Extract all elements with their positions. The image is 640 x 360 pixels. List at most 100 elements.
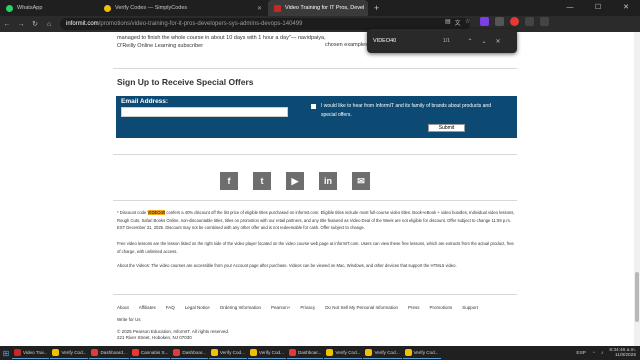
- taskbar-item[interactable]: Verify Cod...: [363, 347, 402, 359]
- taskbar-label: Verify Cod...: [335, 350, 361, 355]
- menu-icon[interactable]: [540, 17, 549, 26]
- divider: [113, 200, 517, 201]
- web-page: managed to finish the whole course in ab…: [0, 32, 640, 346]
- optin-checkbox[interactable]: [311, 104, 316, 109]
- optin-label: I would like to hear from InformIT and i…: [321, 103, 491, 118]
- app-icon: [326, 349, 334, 356]
- taskbar-label: Verify Cod...: [374, 350, 400, 355]
- extensions: [480, 17, 549, 26]
- taskbar-item[interactable]: Cannabis S...: [129, 347, 171, 359]
- footer-link[interactable]: Ordering Information: [220, 305, 261, 310]
- close-find-icon[interactable]: ✕: [491, 38, 505, 45]
- app-icon: [288, 349, 296, 356]
- footer-link[interactable]: Support: [462, 305, 478, 310]
- find-count: 1/1: [443, 38, 450, 44]
- simplycodes-icon: [104, 4, 111, 12]
- about-videos-text: About the Videos: The video courses are …: [117, 263, 457, 268]
- taskbar-item[interactable]: Video Trai...: [12, 347, 50, 359]
- discount-fine-print: * Discount code VIDEO40 confers a 40% di…: [117, 209, 517, 232]
- find-prev-icon[interactable]: ⌃: [463, 38, 477, 45]
- find-next-icon[interactable]: ⌄: [477, 38, 491, 45]
- taskbar-item[interactable]: Verify Cod...: [324, 347, 363, 359]
- wifi-icon[interactable]: ◔: [592, 351, 595, 356]
- email-field[interactable]: [121, 107, 288, 117]
- app-icon: [131, 349, 139, 356]
- signup-heading: Sign Up to Receive Special Offers: [117, 77, 254, 87]
- footer-link[interactable]: Press: [408, 305, 420, 310]
- facebook-icon[interactable]: f: [220, 172, 238, 190]
- bookmark-icon[interactable]: ☆: [465, 18, 470, 27]
- email-icon[interactable]: ✉: [352, 172, 370, 190]
- reader-icon[interactable]: ▤: [445, 18, 451, 27]
- back-icon[interactable]: ←: [0, 21, 14, 28]
- taskbar-item[interactable]: Verify Cod...: [50, 347, 89, 359]
- taskbar-item[interactable]: Verify Cod...: [247, 347, 286, 359]
- extension-icon[interactable]: [480, 17, 489, 26]
- copyright: © 2025 Pearson Education, InformIT. All …: [117, 329, 229, 341]
- linkedin-icon[interactable]: in: [319, 172, 337, 190]
- language-indicator[interactable]: ESP: [576, 351, 586, 356]
- taskbar-item[interactable]: Dashboar...: [286, 347, 324, 359]
- system-tray: ESP ◔ ♪ 8:34:46 a.m. 11/8/2025: [576, 346, 636, 360]
- taskbar-label: Verify Cod...: [258, 350, 284, 355]
- footer-link[interactable]: Pearson+: [271, 305, 290, 310]
- highlighted-code: VIDEO40: [147, 210, 166, 215]
- start-icon[interactable]: ⊞: [0, 347, 12, 359]
- extension-icon[interactable]: [495, 17, 504, 26]
- taskbar-item[interactable]: Dashboar...: [171, 347, 208, 359]
- home-icon[interactable]: ⌂: [42, 21, 56, 28]
- taskbar-item[interactable]: Verify Cod...: [208, 347, 247, 359]
- profile-icon[interactable]: [525, 17, 534, 26]
- free-lessons-text: Free video lessons are the lesson listed…: [117, 241, 514, 254]
- tab-informit[interactable]: Video Training for IT Pros, Devel ✕: [268, 0, 368, 16]
- url-host: informit.com: [66, 21, 99, 27]
- find-bar: VIDEO40 1/1 ⌃ ⌄ ✕: [367, 29, 517, 53]
- email-label: Email Address:: [121, 98, 169, 105]
- twitter-icon[interactable]: t: [253, 172, 271, 190]
- footer-link[interactable]: About: [117, 305, 129, 310]
- whatsapp-icon: [6, 4, 13, 12]
- forward-icon[interactable]: →: [14, 21, 28, 28]
- social-links: f t ▶ in ✉: [220, 172, 370, 190]
- scrollbar[interactable]: [634, 32, 640, 346]
- footer-link[interactable]: Promotions: [429, 305, 452, 310]
- close-window-icon[interactable]: ✕: [612, 0, 640, 16]
- extension-icon[interactable]: [510, 17, 519, 26]
- footer-link[interactable]: Legal Notice: [185, 305, 210, 310]
- volume-icon[interactable]: ♪: [601, 351, 603, 356]
- reload-icon[interactable]: ↻: [28, 20, 42, 28]
- fine-rest: confers a 40% discount off the list pric…: [117, 210, 515, 230]
- minimize-icon[interactable]: —: [556, 0, 584, 16]
- taskbar-label: Dashboar...: [297, 350, 322, 355]
- tab-simplycodes[interactable]: Verify Codes — SimplyCodes ✕: [98, 0, 268, 16]
- footer-link[interactable]: Affiliates: [139, 305, 156, 310]
- write-for-us-link[interactable]: Write for Us: [117, 317, 141, 322]
- footer-links: About Affiliates FAQ Legal Notice Orderi…: [117, 305, 488, 310]
- scrollbar-thumb[interactable]: [635, 272, 639, 322]
- maximize-icon[interactable]: ☐: [584, 0, 612, 16]
- taskbar-label: Dashboar...: [182, 350, 206, 355]
- taskbar-label: Video Trai...: [23, 350, 48, 355]
- find-input[interactable]: VIDEO40: [373, 38, 443, 44]
- submit-button[interactable]: Submit: [428, 124, 465, 132]
- taskbar-label: Verify Cod...: [61, 350, 87, 355]
- footer-link[interactable]: Do Not Sell My Personal Information: [325, 305, 398, 310]
- tab-whatsapp[interactable]: WhatsApp: [0, 0, 98, 16]
- taskbar-item[interactable]: Verify Cod...: [402, 347, 441, 359]
- date: 11/8/2025: [615, 353, 636, 358]
- close-tab-icon[interactable]: ✕: [257, 5, 262, 12]
- app-icon: [404, 349, 412, 356]
- testimonial-quote-2: chosen examples: [325, 42, 368, 48]
- new-tab-button[interactable]: +: [368, 3, 385, 13]
- url-path: /promotions/video-training-for-it-pros-d…: [98, 21, 303, 27]
- fine-prefix: * Discount code: [117, 210, 148, 215]
- footer-link[interactable]: Privacy: [300, 305, 315, 310]
- youtube-icon[interactable]: ▶: [286, 172, 304, 190]
- footer-link[interactable]: FAQ: [166, 305, 175, 310]
- clock[interactable]: 8:34:46 a.m. 11/8/2025: [609, 348, 636, 358]
- taskbar-item[interactable]: Dashboard...: [89, 347, 129, 359]
- window-controls: — ☐ ✕: [556, 0, 640, 16]
- taskbar-label: Verify Cod...: [413, 350, 439, 355]
- taskbar-label: Cannabis S...: [140, 350, 169, 355]
- translate-icon[interactable]: 文: [455, 18, 461, 27]
